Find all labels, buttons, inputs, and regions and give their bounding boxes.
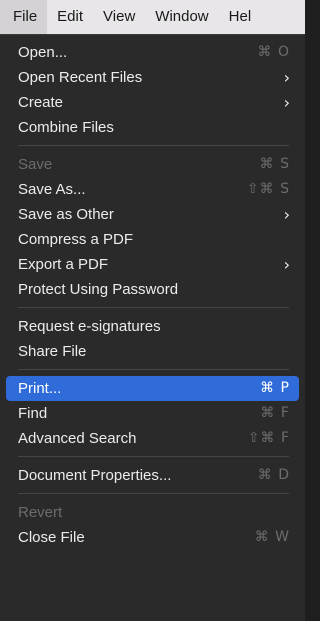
menu-bar: File Edit View Window Hel bbox=[0, 0, 305, 34]
shortcut-save: ⌘ S bbox=[259, 156, 290, 172]
chevron-right-icon: › bbox=[283, 255, 290, 274]
shortcut-find: ⌘ F bbox=[260, 405, 290, 421]
file-menu-dropdown: Open... ⌘ O Open Recent Files › Create ›… bbox=[0, 34, 305, 621]
menu-item-label: Save bbox=[18, 156, 53, 173]
menu-item-open-recent-files[interactable]: Open Recent Files › bbox=[6, 65, 299, 90]
menu-item-close-file[interactable]: Close File ⌘ W bbox=[6, 525, 299, 550]
chevron-right-icon: › bbox=[283, 93, 290, 112]
menu-item-label: Close File bbox=[18, 529, 85, 546]
menubar-edit[interactable]: Edit bbox=[47, 0, 93, 34]
menu-item-export-pdf[interactable]: Export a PDF › bbox=[6, 252, 299, 277]
chevron-right-icon: › bbox=[283, 68, 290, 87]
menu-item-label: Open... bbox=[18, 44, 68, 61]
menubar-window[interactable]: Window bbox=[145, 0, 218, 34]
menu-item-find[interactable]: Find ⌘ F bbox=[6, 401, 299, 426]
menu-item-label: Revert bbox=[18, 504, 63, 521]
menubar-file[interactable]: File bbox=[0, 0, 48, 34]
menu-item-label: Print... bbox=[18, 380, 62, 397]
menu-item-protect-password[interactable]: Protect Using Password bbox=[6, 277, 299, 302]
menu-item-save[interactable]: Save ⌘ S bbox=[6, 152, 299, 177]
menu-item-label: Combine Files bbox=[18, 119, 114, 136]
shortcut-document-properties: ⌘ D bbox=[257, 467, 290, 483]
shortcut-open: ⌘ O bbox=[257, 44, 290, 60]
menu-item-document-properties[interactable]: Document Properties... ⌘ D bbox=[6, 463, 299, 488]
menu-item-save-as-other[interactable]: Save as Other › bbox=[6, 202, 299, 227]
menu-item-label: Compress a PDF bbox=[18, 231, 134, 248]
menu-separator bbox=[18, 369, 289, 370]
menu-item-save-as[interactable]: Save As... ⇧⌘ S bbox=[6, 177, 299, 202]
menu-item-label: Export a PDF bbox=[18, 256, 109, 273]
shortcut-close-file: ⌘ W bbox=[254, 529, 290, 545]
menu-item-request-esignatures[interactable]: Request e-signatures bbox=[6, 314, 299, 339]
menu-item-print[interactable]: Print... ⌘ P bbox=[6, 376, 299, 401]
shortcut-print: ⌘ P bbox=[260, 380, 290, 396]
menu-item-compress-pdf[interactable]: Compress a PDF bbox=[6, 227, 299, 252]
menu-item-label: Document Properties... bbox=[18, 467, 172, 484]
menu-item-combine-files[interactable]: Combine Files bbox=[6, 115, 299, 140]
menu-item-label: Open Recent Files bbox=[18, 69, 143, 86]
menu-item-label: Find bbox=[18, 405, 48, 422]
menu-item-create[interactable]: Create › bbox=[6, 90, 299, 115]
menu-item-label: Request e-signatures bbox=[18, 318, 161, 335]
menu-item-label: Save as Other bbox=[18, 206, 114, 223]
menu-item-label: Advanced Search bbox=[18, 430, 137, 447]
shortcut-save-as: ⇧⌘ S bbox=[246, 181, 290, 197]
menu-item-advanced-search[interactable]: Advanced Search ⇧⌘ F bbox=[6, 426, 299, 451]
menu-item-open[interactable]: Open... ⌘ O bbox=[6, 40, 299, 65]
menu-separator bbox=[18, 456, 289, 457]
menu-separator bbox=[18, 307, 289, 308]
menu-separator bbox=[18, 493, 289, 494]
chevron-right-icon: › bbox=[283, 205, 290, 224]
menubar-help[interactable]: Hel bbox=[219, 0, 262, 34]
menu-separator bbox=[18, 145, 289, 146]
menu-item-revert[interactable]: Revert bbox=[6, 500, 299, 525]
menu-item-label: Share File bbox=[18, 343, 87, 360]
menubar-view[interactable]: View bbox=[93, 0, 145, 34]
menu-item-label: Create bbox=[18, 94, 64, 111]
menu-item-label: Protect Using Password bbox=[18, 281, 179, 298]
menu-item-share-file[interactable]: Share File bbox=[6, 339, 299, 364]
shortcut-advanced-search: ⇧⌘ F bbox=[247, 430, 290, 446]
menu-item-label: Save As... bbox=[18, 181, 86, 198]
